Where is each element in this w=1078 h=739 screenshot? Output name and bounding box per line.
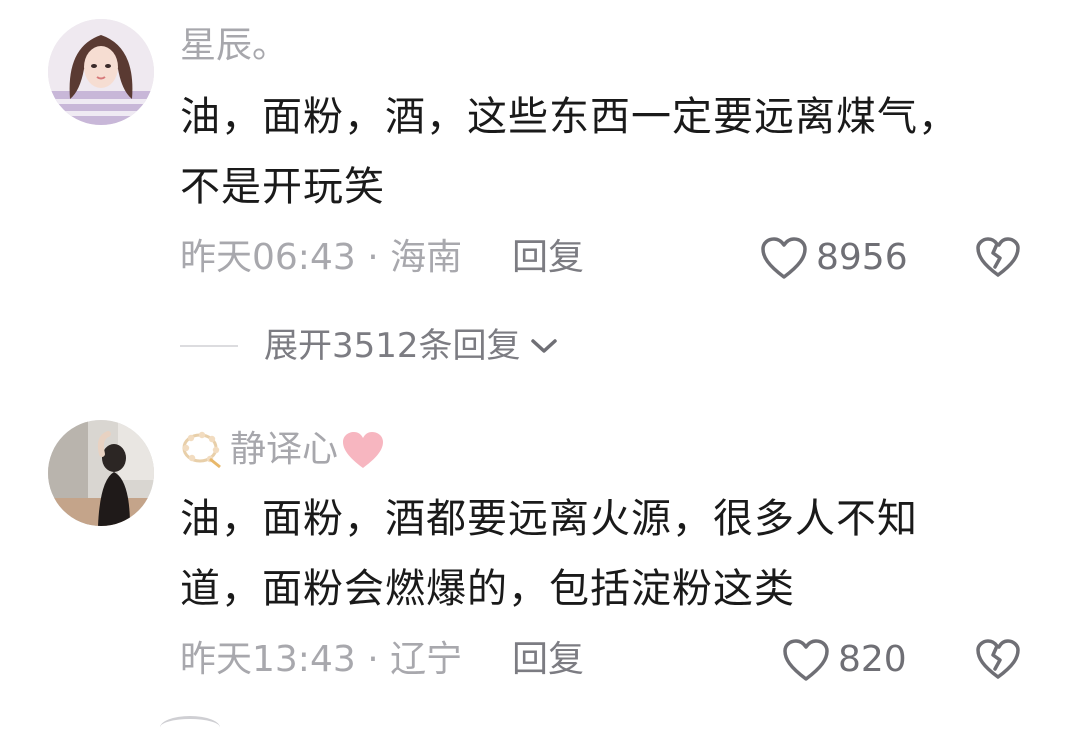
- comment-item: 静译心 油，面粉，酒都要远离火源，很多人不知道，面粉会燃爆的，包括淀粉这类 昨天…: [0, 0, 1078, 726]
- comment-meta: 昨天13:43 · 辽宁: [180, 639, 463, 680]
- username-text: 静译心: [230, 429, 339, 470]
- heart-outline-icon: [783, 639, 829, 681]
- like-count: 820: [838, 639, 907, 680]
- prayer-beads-icon: [182, 431, 221, 469]
- dislike-button[interactable]: [975, 638, 1021, 684]
- reply-button[interactable]: 回复: [512, 638, 584, 682]
- username[interactable]: 静译心: [180, 428, 386, 472]
- avatar-image: [48, 420, 154, 526]
- avatar[interactable]: [48, 420, 154, 526]
- broken-heart-icon: [976, 639, 1020, 679]
- next-comment-avatar-edge: [160, 716, 220, 739]
- comment-text: 油，面粉，酒都要远离火源，很多人不知道，面粉会燃爆的，包括淀粉这类: [180, 496, 918, 612]
- pink-heart-icon: [343, 432, 384, 468]
- like-button[interactable]: 820: [782, 638, 907, 682]
